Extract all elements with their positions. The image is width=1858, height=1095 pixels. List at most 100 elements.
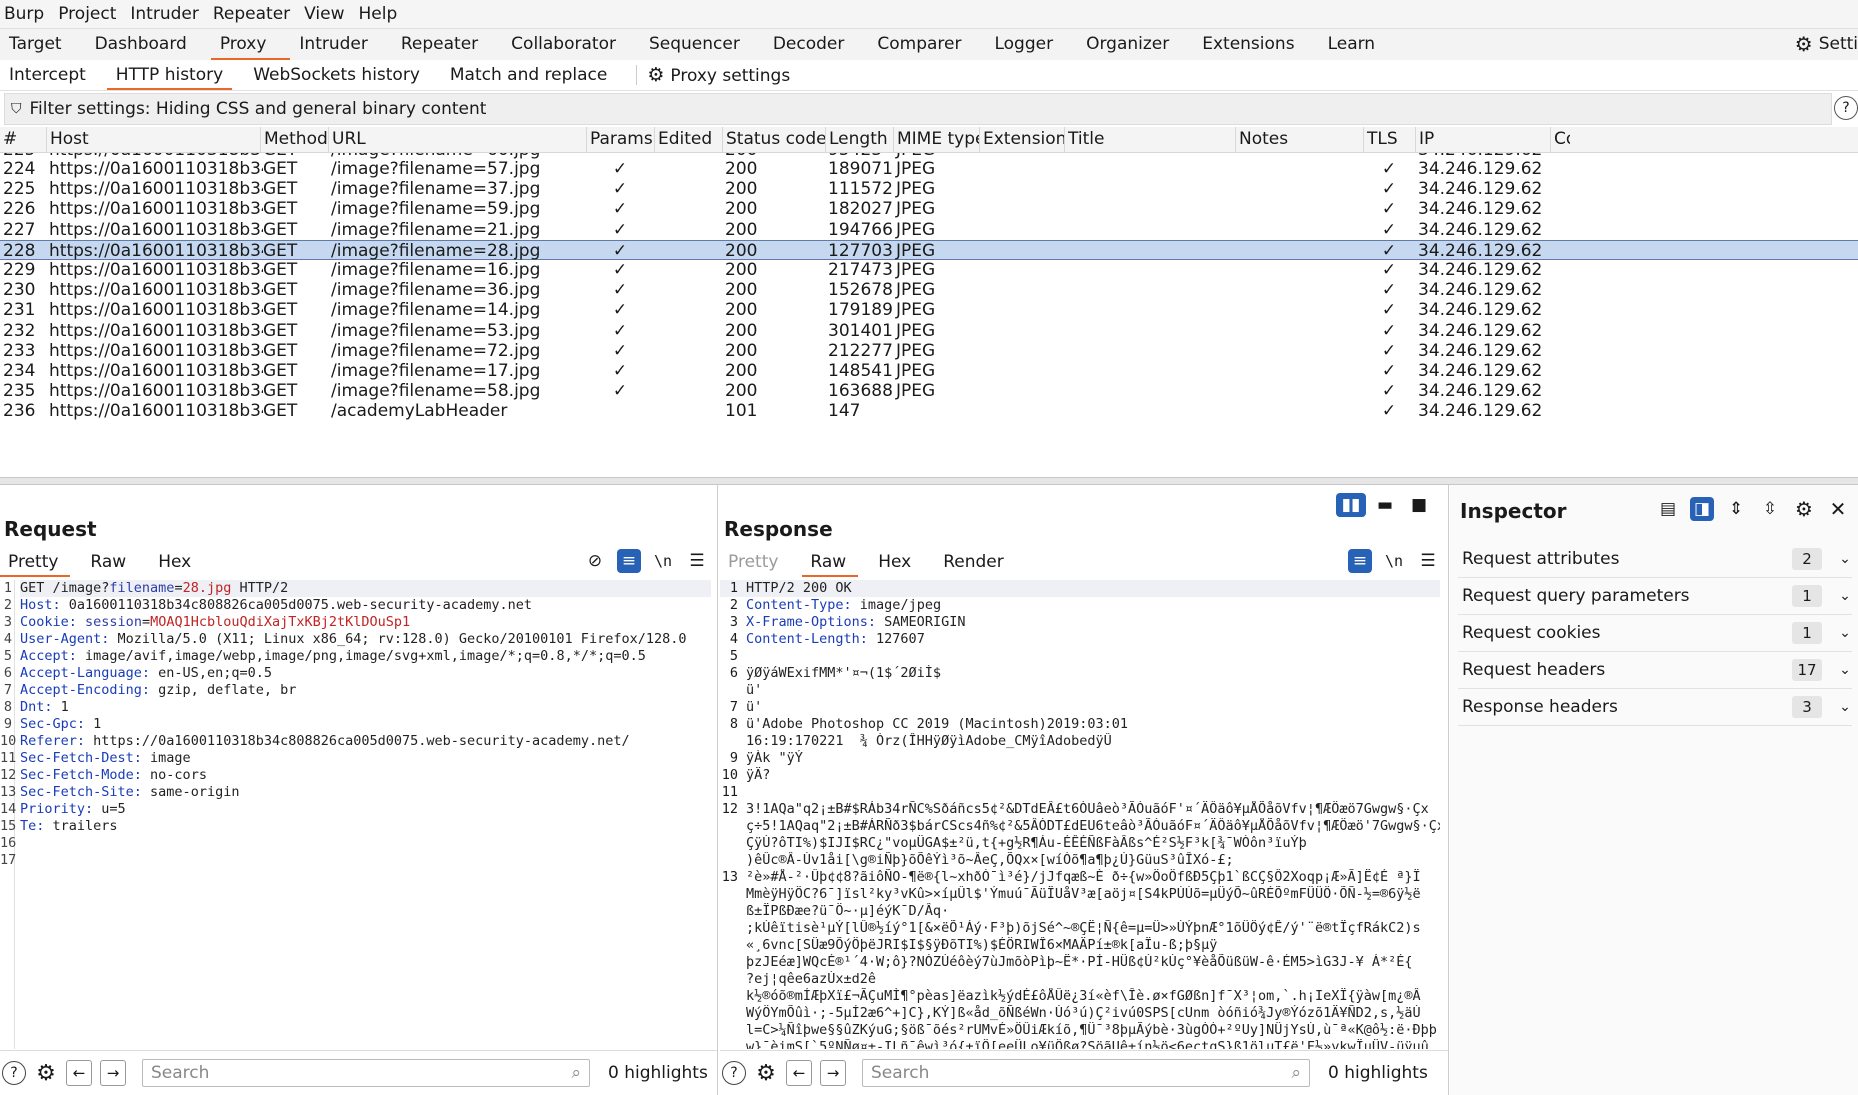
table-row[interactable]: 227 https://0a1600110318b34c8...GET/image… <box>0 220 1858 240</box>
column-header-co[interactable]: Co <box>1550 127 1570 152</box>
expand-icon[interactable]: ⇕ <box>1724 497 1748 521</box>
tab-proxy[interactable]: Proxy <box>210 29 291 60</box>
code-text: k½®óõ®mÍÆþXï£¬ÃÇuMÌ¶°pèas]ëazìk½ýdÉ£ôÅÛë… <box>746 988 1421 1004</box>
column-header-tls[interactable]: TLS <box>1363 127 1415 152</box>
table-row[interactable]: 229 https://0a1600110318b34c8...GET/image… <box>0 260 1858 280</box>
response-tab-hex[interactable]: Hex <box>870 547 935 577</box>
inspector-section-request-query-parameters[interactable]: Request query parameters 1 ⌄ <box>1458 578 1852 615</box>
table-cell-ip: 34.246.129.62 <box>1418 381 1543 402</box>
menu-item-view[interactable]: View <box>304 4 354 24</box>
column-header-length[interactable]: Length <box>825 127 893 152</box>
response-tab-render[interactable]: Render <box>935 547 1028 577</box>
layout-list-icon[interactable]: ▤ <box>1656 497 1680 521</box>
next-icon[interactable]: → <box>100 1060 126 1086</box>
inspector-section-request-cookies[interactable]: Request cookies 1 ⌄ <box>1458 615 1852 652</box>
tab-http-history[interactable]: HTTP history <box>106 60 244 90</box>
help-icon[interactable]: ? <box>2 1061 26 1085</box>
tab-collaborator[interactable]: Collaborator <box>502 29 640 60</box>
proxy-settings-button[interactable]: ⚙ Proxy settings <box>645 60 811 90</box>
table-row[interactable]: 236 https://0a1600110318b34c8...GET/acade… <box>0 401 1858 421</box>
newline-icon[interactable]: \n <box>651 549 675 573</box>
tab-decoder[interactable]: Decoder <box>764 29 869 60</box>
filter-bar[interactable]: ⛉ Filter settings: Hiding CSS and genera… <box>4 93 1832 125</box>
column-header-notes[interactable]: Notes <box>1235 127 1363 152</box>
layout-side-icon[interactable]: ◨ <box>1690 497 1714 521</box>
menu-icon[interactable]: ☰ <box>685 549 709 573</box>
previous-icon[interactable]: ← <box>786 1060 812 1086</box>
single-pane-icon[interactable]: ■ <box>1404 493 1434 517</box>
table-cell-host: https://0a1600110318b34c8... <box>49 199 263 220</box>
tab-intercept[interactable]: Intercept <box>0 60 107 90</box>
split-horizontal-icon[interactable]: ▬ <box>1370 493 1400 517</box>
table-row[interactable]: 233 https://0a1600110318b34c8...GET/image… <box>0 341 1858 361</box>
tab-dashboard[interactable]: Dashboard <box>86 29 211 60</box>
response-editor[interactable]: 1 HTTP/2 200 OK 2 Content-Type: image/jpeg 3… <box>720 580 1448 1049</box>
tab-repeater[interactable]: Repeater <box>392 29 502 60</box>
tab-comparer[interactable]: Comparer <box>868 29 985 60</box>
menu-item-repeater[interactable]: Repeater <box>213 4 300 24</box>
column-header-mime-type[interactable]: MIME type <box>893 127 979 152</box>
tab-learn[interactable]: Learn <box>1319 29 1400 60</box>
gear-icon[interactable]: ⚙ <box>34 1061 58 1086</box>
gear-icon[interactable]: ⚙ <box>754 1061 778 1086</box>
tab-match-and-replace[interactable]: Match and replace <box>441 60 628 90</box>
wrap-icon[interactable]: ≡ <box>1348 549 1372 573</box>
menu-item-burp[interactable]: Burp <box>4 4 54 24</box>
column-header-[interactable]: # <box>0 127 46 152</box>
previous-icon[interactable]: ← <box>66 1060 92 1086</box>
help-icon[interactable]: ? <box>722 1061 746 1085</box>
table-row[interactable]: 231 https://0a1600110318b34c8...GET/image… <box>0 300 1858 320</box>
request-editor[interactable]: 1 2 3 4 5 6 7 8 9 10 11 12 13 14 15 16 17 GET /image?fil… <box>0 580 717 1049</box>
table-row[interactable]: 224 https://0a1600110318b34c8...GET/image… <box>0 159 1858 179</box>
request-tab-pretty[interactable]: Pretty <box>0 547 82 577</box>
column-header-params[interactable]: Params <box>586 127 654 152</box>
settings-button[interactable]: ⚙ Setti <box>1795 28 1858 59</box>
tab-organizer[interactable]: Organizer <box>1077 29 1193 60</box>
table-row[interactable]: 230 https://0a1600110318b34c8...GET/image… <box>0 280 1858 300</box>
next-icon[interactable]: → <box>820 1060 846 1086</box>
table-row[interactable]: 228 https://0a1600110318b34c8...GET/image… <box>0 239 1858 261</box>
help-icon[interactable]: ? <box>1834 96 1858 120</box>
table-row[interactable]: 226 https://0a1600110318b34c8...GET/image… <box>0 199 1858 219</box>
table-row[interactable]: 234 https://0a1600110318b34c8...GET/image… <box>0 361 1858 381</box>
response-tab-raw[interactable]: Raw <box>802 547 870 577</box>
menu-item-intruder[interactable]: Intruder <box>130 4 208 24</box>
column-header-method[interactable]: Method <box>260 127 328 152</box>
menu-icon[interactable]: ☰ <box>1416 549 1440 573</box>
tab-extensions[interactable]: Extensions <box>1193 29 1318 60</box>
table-row[interactable]: 225 https://0a1600110318b34c8...GET/image… <box>0 179 1858 199</box>
tab-sequencer[interactable]: Sequencer <box>640 29 764 60</box>
menu-item-help[interactable]: Help <box>359 4 408 24</box>
hide-icon[interactable]: ⊘ <box>583 549 607 573</box>
tab-intruder[interactable]: Intruder <box>290 29 391 60</box>
pane-divider[interactable] <box>0 477 1858 485</box>
inspector-section-request-headers[interactable]: Request headers 17 ⌄ <box>1458 652 1852 689</box>
inspector-section-request-attributes[interactable]: Request attributes 2 ⌄ <box>1458 541 1852 578</box>
split-vertical-icon[interactable]: ▮▮ <box>1336 493 1366 517</box>
gear-icon[interactable]: ⚙ <box>1792 497 1816 521</box>
table-row[interactable]: 232 https://0a1600110318b34c8...GET/image… <box>0 321 1858 341</box>
wrap-icon[interactable]: ≡ <box>617 549 641 573</box>
close-icon[interactable]: ✕ <box>1826 497 1850 521</box>
column-header-host[interactable]: Host <box>46 127 260 152</box>
column-header-status-code[interactable]: Status code <box>722 127 825 152</box>
column-header-edited[interactable]: Edited <box>654 127 722 152</box>
request-tab-hex[interactable]: Hex <box>150 547 215 577</box>
column-header-title[interactable]: Title <box>1064 127 1235 152</box>
tab-websockets-history[interactable]: WebSockets history <box>244 60 441 90</box>
table-row[interactable]: 235 https://0a1600110318b34c8...GET/image… <box>0 381 1858 401</box>
column-header-extension[interactable]: Extension <box>979 127 1064 152</box>
newline-icon[interactable]: \n <box>1382 549 1406 573</box>
collapse-icon[interactable]: ⇳ <box>1758 497 1782 521</box>
response-tab-pretty[interactable]: Pretty <box>720 547 802 577</box>
column-header-url[interactable]: URL <box>328 127 586 152</box>
column-header-ip[interactable]: IP <box>1415 127 1550 152</box>
tab-target[interactable]: Target <box>0 29 86 60</box>
code-line: 13 ²è»#Å-²·Ûþ¢¢8?ãiôÑO-¶ë®{l~xhðÓ¯ì³é}/jJ… <box>720 869 1440 886</box>
tab-logger[interactable]: Logger <box>985 29 1077 60</box>
request-search-input[interactable]: Search ⌕ <box>142 1059 590 1087</box>
menu-item-project[interactable]: Project <box>58 4 126 24</box>
inspector-section-response-headers[interactable]: Response headers 3 ⌄ <box>1458 689 1852 726</box>
request-tab-raw[interactable]: Raw <box>82 547 150 577</box>
response-search-input[interactable]: Search ⌕ <box>862 1059 1310 1087</box>
